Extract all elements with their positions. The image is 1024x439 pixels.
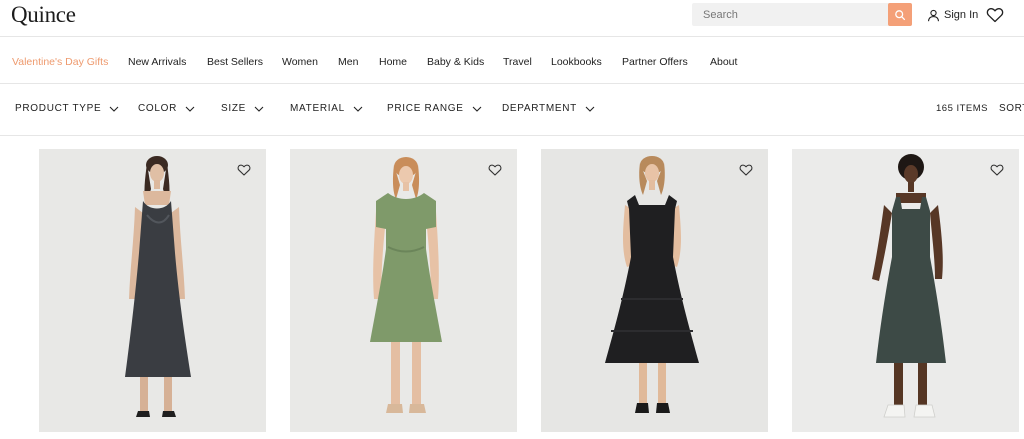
nav-item-women[interactable]: Women: [282, 56, 318, 68]
chevron-down-icon: [585, 106, 595, 112]
nav-item-home[interactable]: Home: [379, 56, 407, 68]
chevron-down-icon: [472, 106, 481, 112]
product-image: [290, 149, 517, 432]
nav-item-lookbooks[interactable]: Lookbooks: [551, 56, 602, 68]
sort-dropdown[interactable]: SORT: [999, 103, 1024, 114]
filter-department[interactable]: DEPARTMENT: [502, 103, 595, 114]
filter-label: PRICE RANGE: [387, 103, 464, 114]
site-header: Quince Sign In: [0, 0, 1024, 36]
favorite-heart-icon[interactable]: [488, 163, 502, 177]
sign-in-label: Sign In: [944, 9, 979, 21]
filter-label: COLOR: [138, 103, 178, 114]
main-nav: Valentine's Day Gifts New Arrivals Best …: [0, 37, 1024, 83]
filter-label: PRODUCT TYPE: [15, 103, 102, 114]
search-input[interactable]: [692, 3, 888, 26]
search-bar: [692, 3, 912, 26]
filter-label: SIZE: [221, 103, 247, 114]
filter-divider: [0, 135, 1024, 136]
filter-size[interactable]: SIZE: [221, 103, 264, 114]
filter-product-type[interactable]: PRODUCT TYPE: [15, 103, 119, 114]
search-icon: [895, 9, 906, 20]
product-image: [792, 149, 1019, 432]
filter-price-range[interactable]: PRICE RANGE: [387, 103, 482, 114]
product-card[interactable]: [541, 149, 768, 432]
filter-bar: PRODUCT TYPE COLOR SIZE MATERIAL PRICE R…: [0, 84, 1024, 136]
favorite-heart-icon[interactable]: [237, 163, 251, 177]
chevron-down-icon: [254, 106, 264, 112]
nav-item-new-arrivals[interactable]: New Arrivals: [128, 56, 186, 68]
sign-in-link[interactable]: Sign In: [927, 6, 978, 24]
chevron-down-icon: [185, 106, 195, 112]
filter-material[interactable]: MATERIAL: [290, 103, 363, 114]
wishlist-heart-icon[interactable]: [986, 6, 1004, 24]
search-button[interactable]: [888, 3, 912, 26]
product-image: [541, 149, 768, 432]
nav-item-travel[interactable]: Travel: [503, 56, 532, 68]
product-card[interactable]: [792, 149, 1019, 432]
filter-label: DEPARTMENT: [502, 103, 577, 114]
nav-item-about[interactable]: About: [710, 56, 737, 68]
product-card[interactable]: [290, 149, 517, 432]
nav-item-baby-kids[interactable]: Baby & Kids: [427, 56, 484, 68]
product-image: [39, 149, 266, 432]
item-count: 165 ITEMS: [936, 103, 989, 114]
favorite-heart-icon[interactable]: [739, 163, 753, 177]
nav-item-valentines-day-gifts[interactable]: Valentine's Day Gifts: [12, 56, 108, 68]
user-icon: [927, 9, 940, 21]
product-card[interactable]: [39, 149, 266, 432]
chevron-down-icon: [353, 106, 363, 112]
chevron-down-icon: [110, 106, 119, 112]
filter-label: MATERIAL: [290, 103, 345, 114]
nav-item-partner-offers[interactable]: Partner Offers: [622, 56, 688, 68]
brand-logo[interactable]: Quince: [11, 2, 76, 28]
filter-color[interactable]: COLOR: [138, 103, 195, 114]
nav-item-best-sellers[interactable]: Best Sellers: [207, 56, 263, 68]
nav-item-men[interactable]: Men: [338, 56, 358, 68]
favorite-heart-icon[interactable]: [990, 163, 1004, 177]
